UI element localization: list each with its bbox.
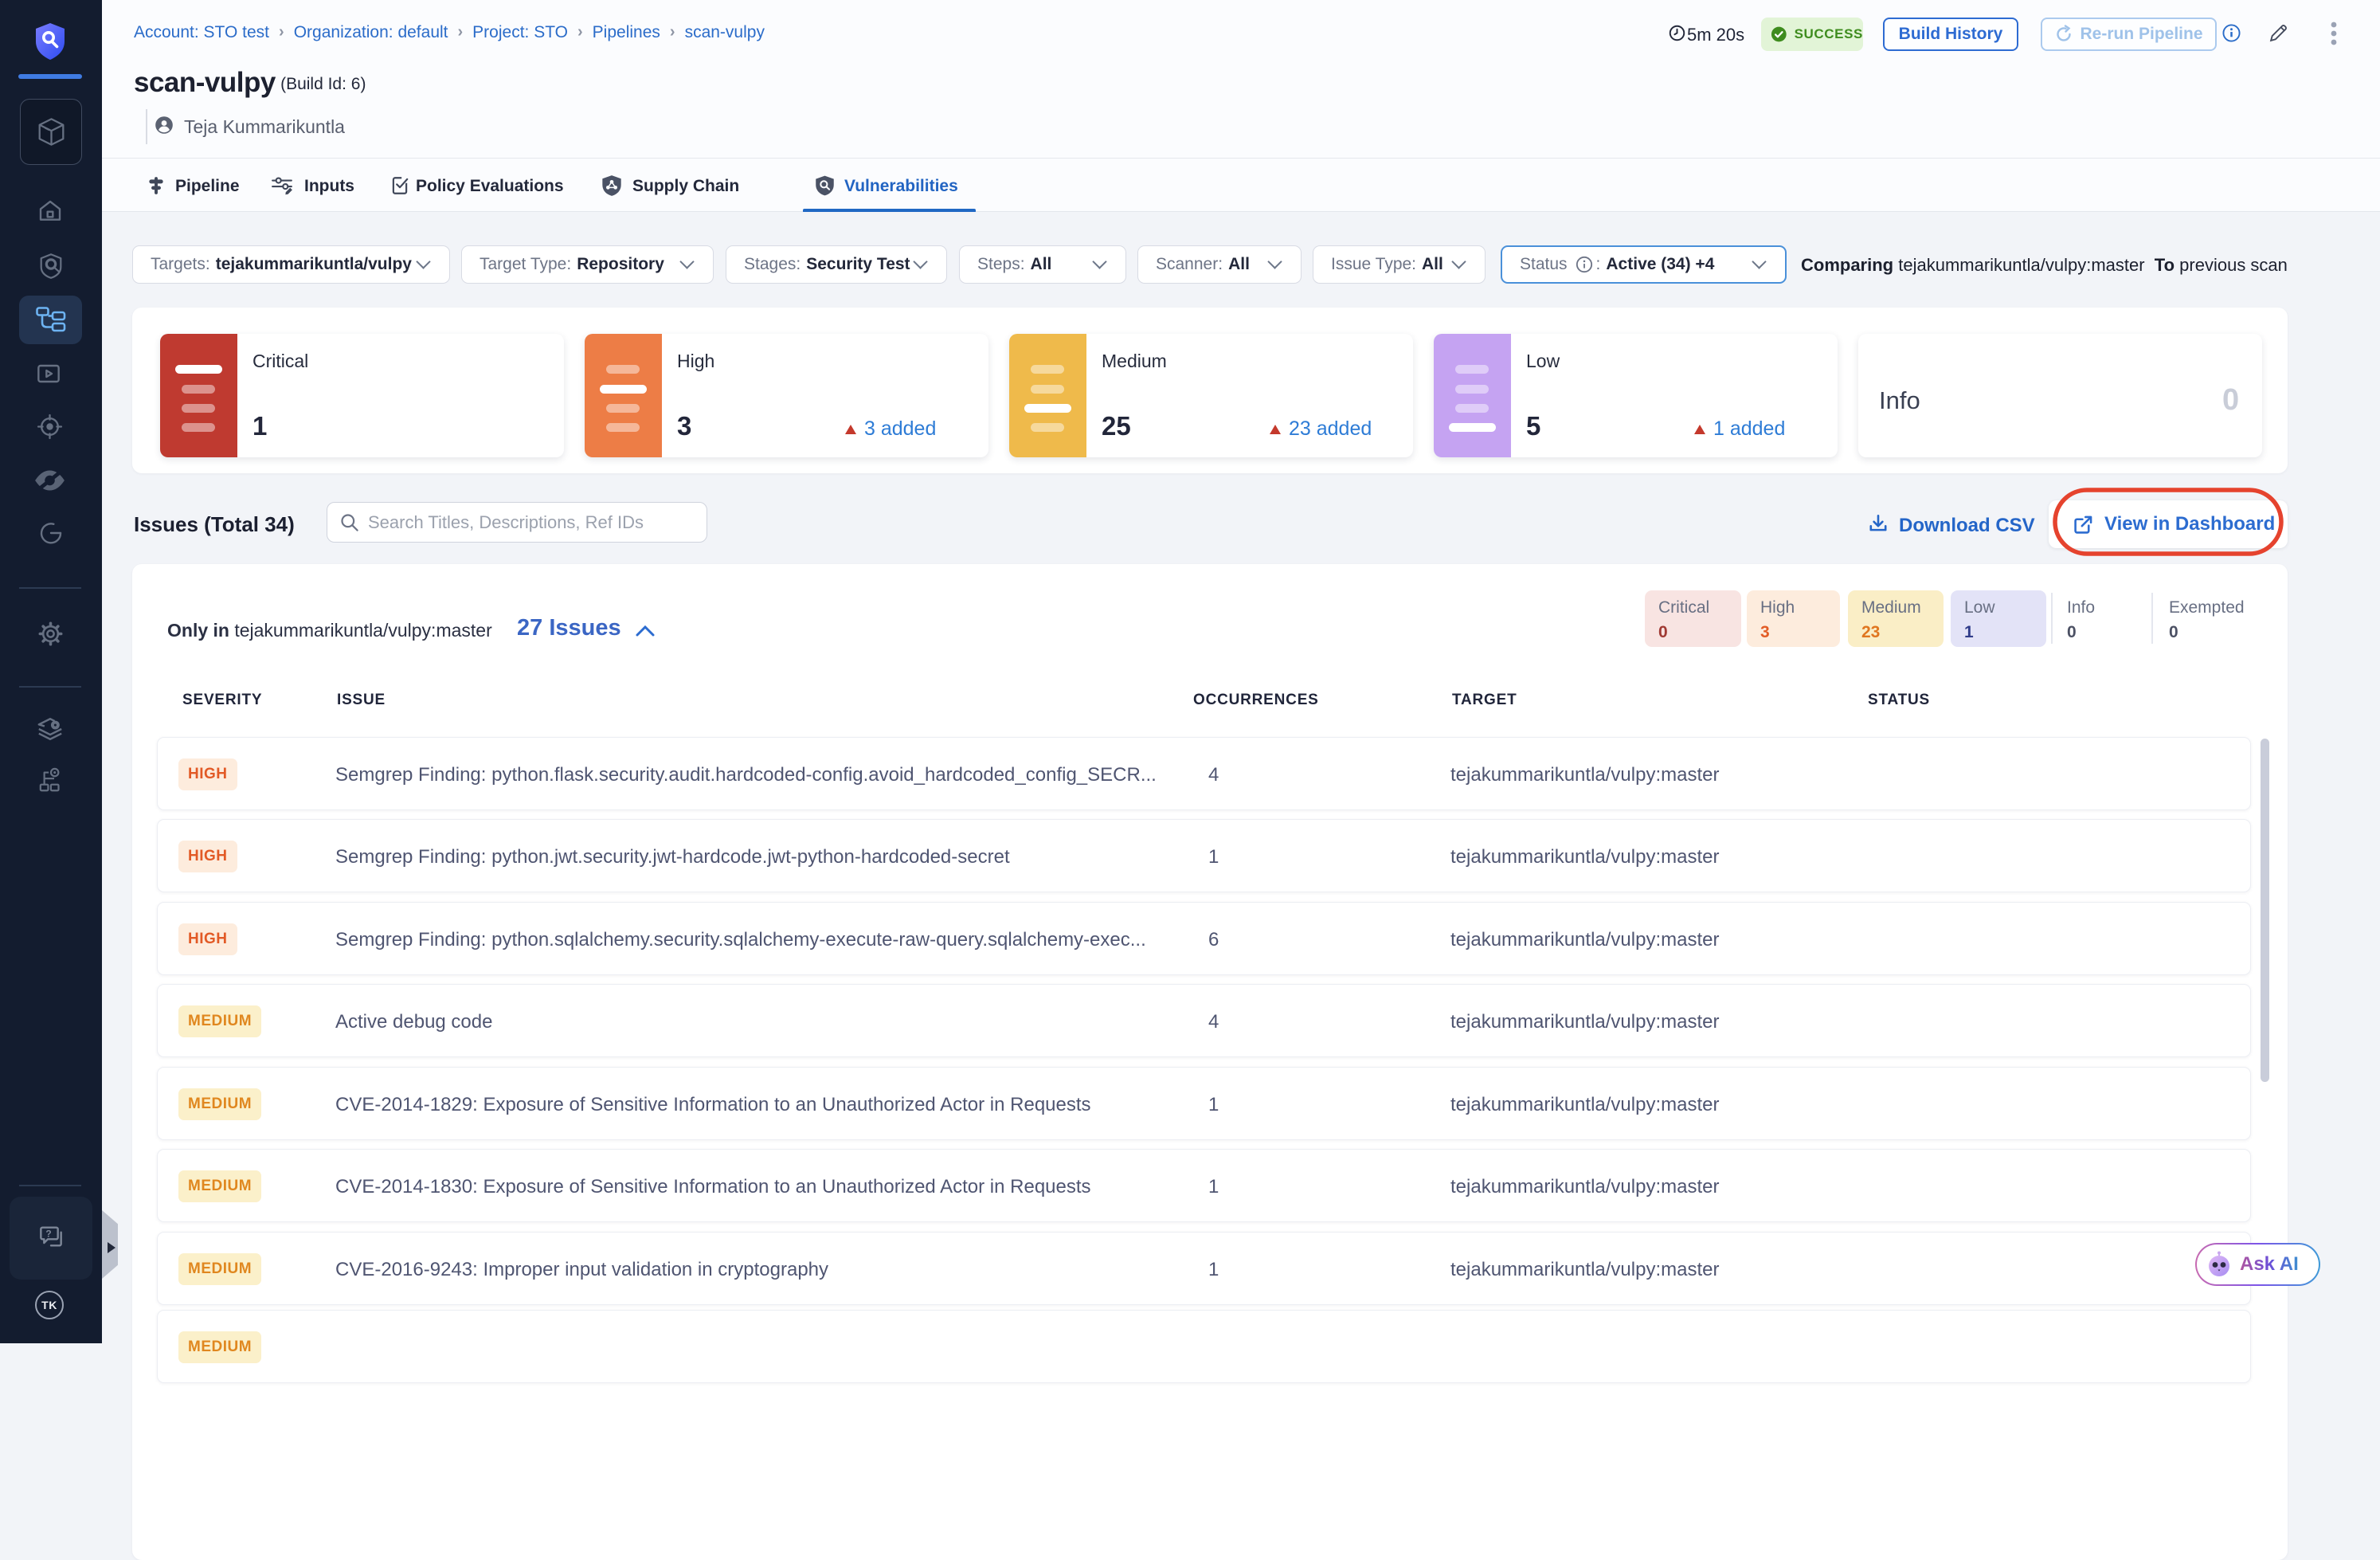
svg-text:?: ? — [45, 1229, 51, 1240]
